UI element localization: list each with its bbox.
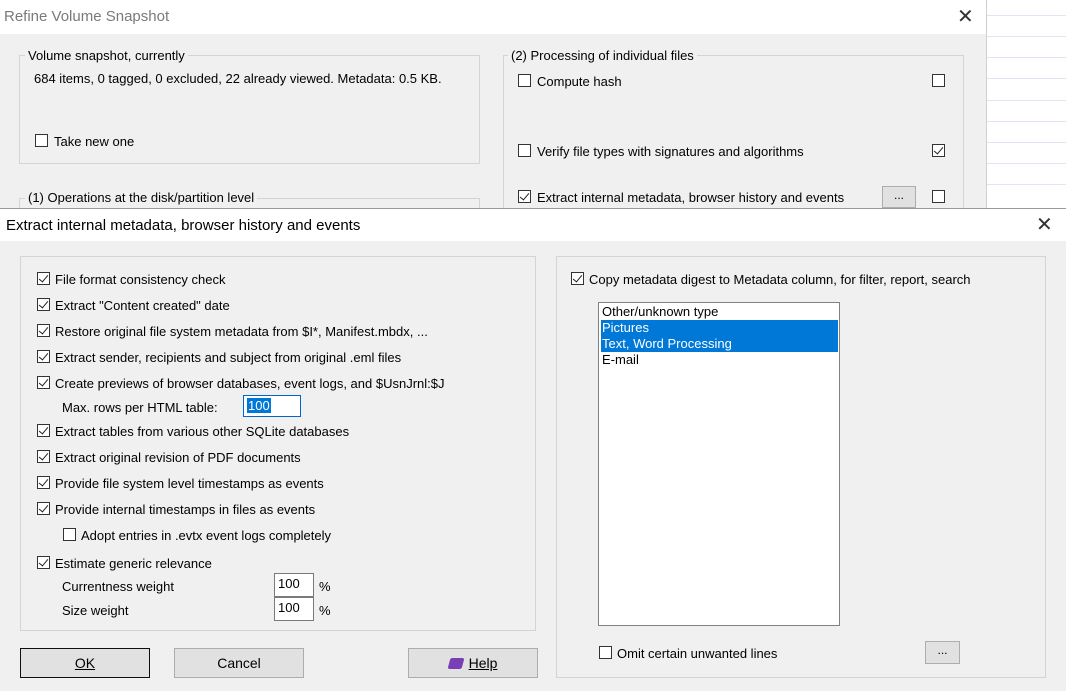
size-weight-input[interactable]: 100 — [274, 597, 314, 621]
sqlite-label: Extract tables from various other SQLite… — [55, 424, 350, 439]
currentness-label: Currentness weight — [62, 579, 174, 594]
relevance-checkbox[interactable] — [37, 556, 50, 569]
evtx-label: Adopt entries in .evtx event logs comple… — [81, 528, 332, 543]
list-item[interactable]: Pictures — [601, 320, 838, 336]
pdf-checkbox[interactable] — [37, 450, 50, 463]
refine-volume-snapshot-window: Refine Volume Snapshot ✕ Volume snapshot… — [0, 0, 987, 220]
bg-window-title: Refine Volume Snapshot — [4, 8, 170, 25]
compute-hash-label: Compute hash — [537, 74, 622, 89]
extract-metadata-dialog: Extract internal metadata, browser histo… — [0, 208, 1066, 691]
list-item[interactable]: E-mail — [601, 352, 838, 368]
internal-timestamps-checkbox[interactable] — [37, 502, 50, 515]
extract-meta-checkbox[interactable] — [518, 190, 531, 203]
eml-checkbox[interactable] — [37, 350, 50, 363]
file-types-listbox[interactable]: Other/unknown type Pictures Text, Word P… — [598, 302, 840, 626]
list-item[interactable]: Other/unknown type — [601, 304, 838, 320]
cancel-button[interactable]: Cancel — [174, 648, 304, 678]
eml-label: Extract sender, recipients and subject f… — [55, 350, 402, 365]
help-book-icon — [447, 658, 465, 669]
dialog-title: Extract internal metadata, browser histo… — [6, 217, 361, 234]
max-rows-value: 100 — [247, 398, 271, 413]
verify-right-checkbox[interactable] — [932, 144, 945, 157]
omit-lines-checkbox[interactable] — [599, 646, 612, 659]
help-button[interactable]: Help — [408, 648, 538, 678]
take-new-label: Take new one — [54, 134, 135, 149]
previews-checkbox[interactable] — [37, 376, 50, 389]
extract-meta-label: Extract internal metadata, browser histo… — [537, 190, 845, 205]
sqlite-checkbox[interactable] — [37, 424, 50, 437]
omit-lines-label: Omit certain unwanted lines — [617, 646, 778, 661]
list-item[interactable]: Text, Word Processing — [601, 336, 838, 352]
copy-digest-checkbox[interactable] — [571, 272, 584, 285]
ok-label: OK — [74, 655, 96, 671]
currentness-input[interactable]: 100 — [274, 573, 314, 597]
previews-label: Create previews of browser databases, ev… — [55, 376, 445, 391]
compute-hash-right-checkbox[interactable] — [932, 74, 945, 87]
size-weight-label: Size weight — [62, 603, 129, 618]
compute-hash-checkbox[interactable] — [518, 74, 531, 87]
snapshot-group-label: Volume snapshot, currently — [25, 48, 188, 63]
verify-label: Verify file types with signatures and al… — [537, 144, 804, 159]
size-weight-percent: % — [319, 603, 331, 618]
max-rows-label: Max. rows per HTML table: — [62, 400, 218, 415]
currentness-percent: % — [319, 579, 331, 594]
content-created-label: Extract "Content created" date — [55, 298, 230, 313]
pdf-label: Extract original revision of PDF documen… — [55, 450, 301, 465]
content-created-checkbox[interactable] — [37, 298, 50, 311]
extract-meta-right-checkbox[interactable] — [932, 190, 945, 203]
fs-timestamps-label: Provide file system level timestamps as … — [55, 476, 324, 491]
help-label: Help — [468, 655, 498, 671]
extract-meta-options-button[interactable]: ... — [882, 186, 916, 208]
processing-group-label: (2) Processing of individual files — [508, 48, 697, 63]
dialog-titlebar: Extract internal metadata, browser histo… — [0, 209, 1066, 241]
restore-fs-label: Restore original file system metadata fr… — [55, 324, 428, 339]
verify-checkbox[interactable] — [518, 144, 531, 157]
max-rows-input[interactable]: 100 — [243, 395, 301, 417]
copy-digest-label: Copy metadata digest to Metadata column,… — [589, 272, 971, 287]
evtx-checkbox[interactable] — [63, 528, 76, 541]
ok-button[interactable]: OK — [20, 648, 150, 678]
take-new-checkbox[interactable] — [35, 134, 48, 147]
file-format-checkbox[interactable] — [37, 272, 50, 285]
disk-group-label: (1) Operations at the disk/partition lev… — [25, 190, 258, 205]
dialog-close-icon[interactable]: ✕ — [1036, 215, 1053, 235]
restore-fs-checkbox[interactable] — [37, 324, 50, 337]
file-format-label: File format consistency check — [55, 272, 226, 287]
omit-lines-options-button[interactable]: ... — [925, 641, 960, 664]
snapshot-info: 684 items, 0 tagged, 0 excluded, 22 alre… — [34, 71, 442, 86]
bg-titlebar: Refine Volume Snapshot ✕ — [0, 0, 986, 34]
relevance-label: Estimate generic relevance — [55, 556, 212, 571]
fs-timestamps-checkbox[interactable] — [37, 476, 50, 489]
bg-close-icon[interactable]: ✕ — [957, 7, 974, 27]
internal-timestamps-label: Provide internal timestamps in files as … — [55, 502, 316, 517]
